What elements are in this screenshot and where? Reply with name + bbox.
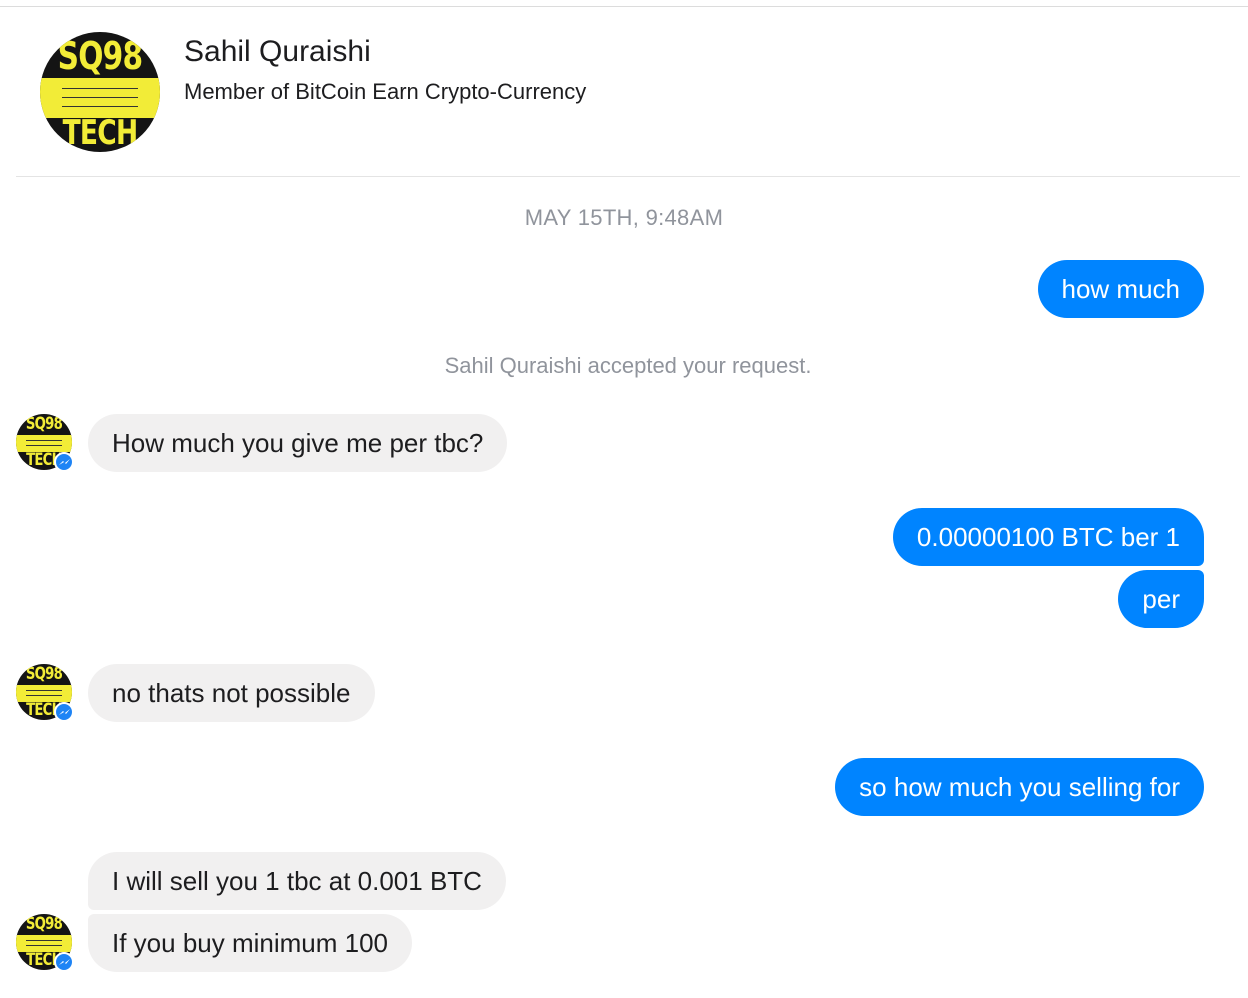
outgoing-message[interactable]: how much xyxy=(1037,260,1204,318)
incoming-message[interactable]: no thats not possible xyxy=(88,664,375,722)
outgoing-message[interactable]: so how much you selling for xyxy=(835,758,1204,816)
avatar-logo-top: SQ98 xyxy=(25,414,63,434)
sender-avatar[interactable]: SQ98 TECH xyxy=(16,414,76,474)
conversation-timestamp: MAY 15TH, 9:48AM xyxy=(524,205,724,230)
avatar-logo-bottom: TECH xyxy=(62,113,139,152)
messenger-icon xyxy=(54,452,74,472)
messenger-icon xyxy=(54,952,74,972)
sender-avatar[interactable]: SQ98 TECH xyxy=(16,664,76,724)
contact-subtitle: Member of BitCoin Earn Crypto-Currency xyxy=(184,79,587,104)
header-divider xyxy=(16,176,1240,177)
avatar-logo-top: SQ98 xyxy=(57,34,143,78)
top-divider xyxy=(0,6,1248,7)
incoming-message[interactable]: How much you give me per tbc? xyxy=(88,414,508,472)
contact-avatar[interactable]: SQ98 TECH xyxy=(40,32,160,152)
sender-avatar[interactable]: SQ98 TECH xyxy=(16,914,76,974)
incoming-message[interactable]: If you buy minimum 100 xyxy=(88,914,413,972)
incoming-message[interactable]: I will sell you 1 tbc at 0.001 BTC xyxy=(88,852,506,910)
messenger-icon xyxy=(54,702,74,722)
contact-name[interactable]: Sahil Quraishi xyxy=(184,34,371,70)
avatar-logo-top: SQ98 xyxy=(25,664,63,684)
outgoing-message[interactable]: per xyxy=(1118,570,1204,628)
system-message: Sahil Quraishi accepted your request. xyxy=(444,353,812,378)
avatar-logo-band xyxy=(40,78,160,118)
outgoing-message[interactable]: 0.00000100 BTC ber 1 xyxy=(892,508,1204,566)
avatar-logo-top: SQ98 xyxy=(25,914,63,934)
